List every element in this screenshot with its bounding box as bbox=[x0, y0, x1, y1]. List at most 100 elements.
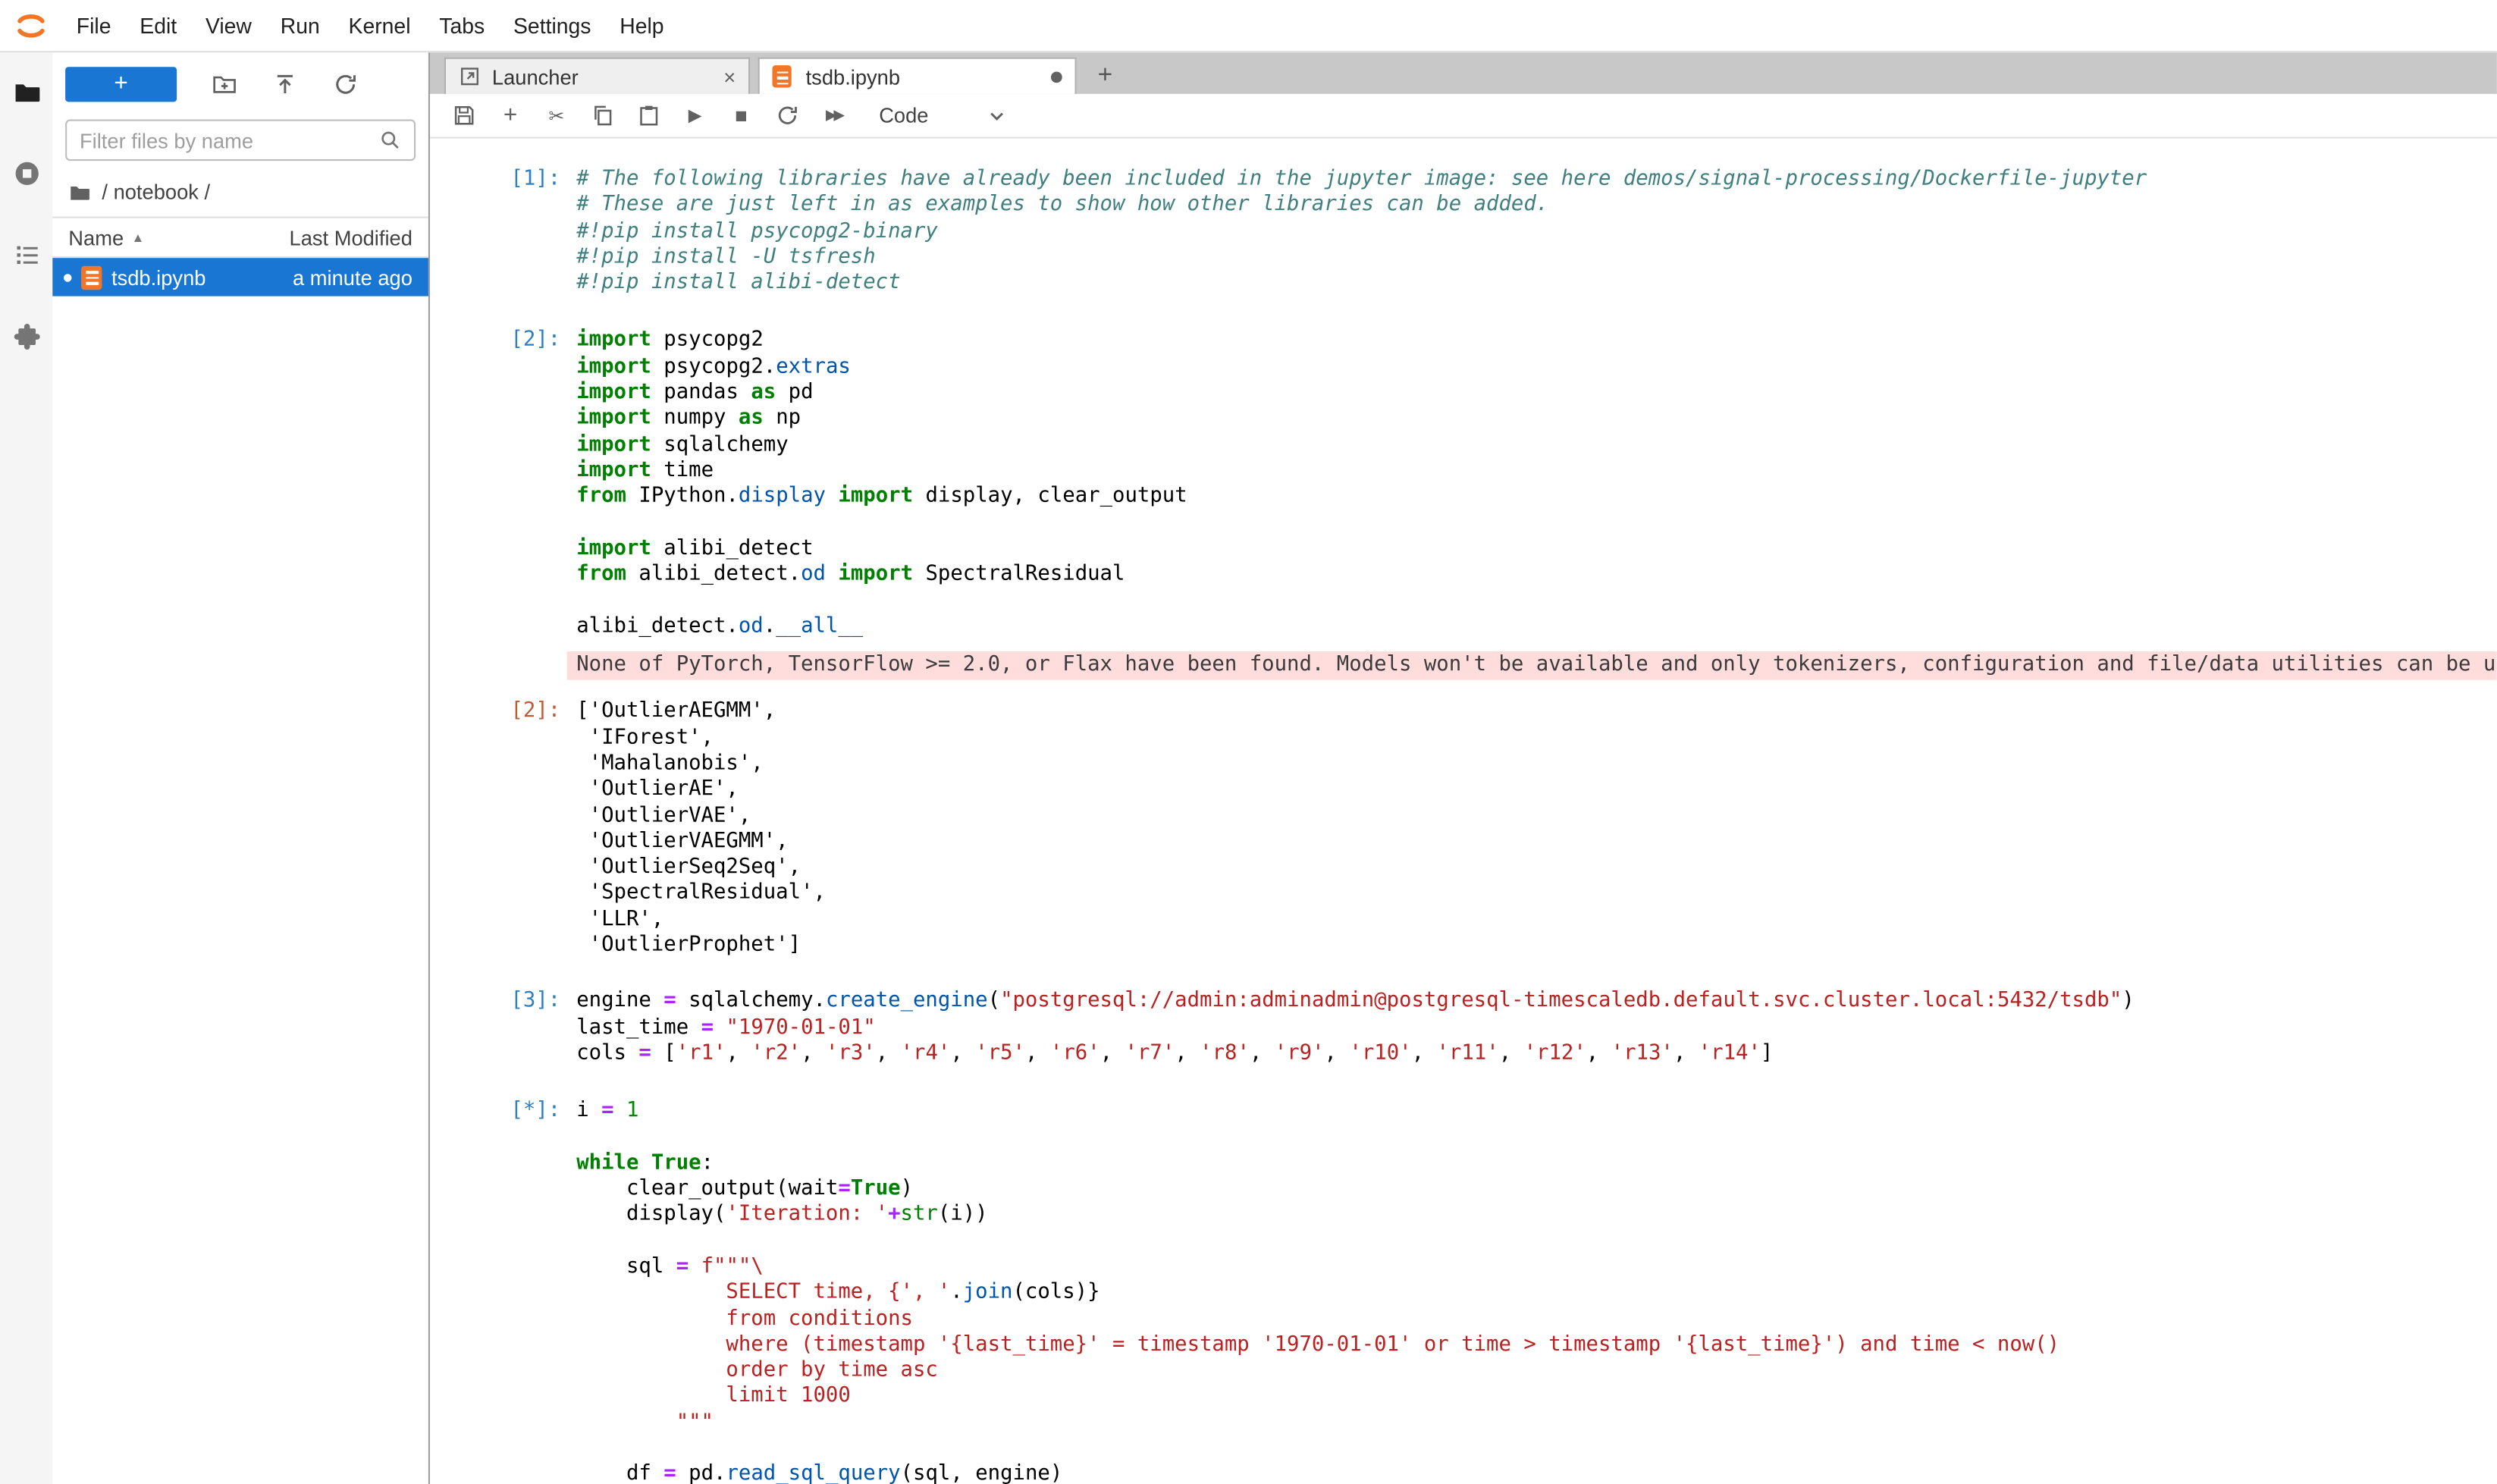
code-line: #!pip install psycopg2-binary bbox=[576, 219, 2497, 245]
file-list-item-selected[interactable]: tsdb.ipynb a minute ago bbox=[52, 258, 428, 296]
code-line: clear_output(wait=True) bbox=[576, 1177, 2497, 1203]
cell-input-area[interactable]: [1]:# The following libraries have alrea… bbox=[430, 159, 2497, 305]
notebook-cell[interactable]: [3]:engine = sqlalchemy.create_engine("p… bbox=[430, 981, 2497, 1075]
refresh-icon bbox=[333, 71, 359, 97]
interrupt-kernel-button[interactable]: ■ bbox=[718, 96, 764, 134]
notebook-toolbar: + ✂ ▶ ■ bbox=[430, 94, 2497, 139]
sidebar-tab-table-of-contents[interactable] bbox=[0, 236, 52, 274]
name-column-label: Name bbox=[68, 225, 124, 249]
new-folder-button[interactable] bbox=[212, 71, 237, 97]
code-editor[interactable]: i = 1 while True: clear_output(wait=True… bbox=[576, 1099, 2497, 1484]
run-cell-button[interactable]: ▶ bbox=[672, 96, 718, 134]
copy-cells-button[interactable] bbox=[579, 96, 626, 134]
upload-icon bbox=[272, 71, 298, 97]
new-launcher-button[interactable]: + bbox=[65, 67, 177, 102]
cell-type-select[interactable]: Code bbox=[873, 96, 1009, 134]
restart-run-all-button[interactable]: ▶▶ bbox=[811, 96, 857, 134]
paste-cells-button[interactable] bbox=[626, 96, 672, 134]
folder-icon bbox=[12, 78, 41, 107]
menu-view[interactable]: View bbox=[191, 0, 266, 52]
close-icon[interactable]: × bbox=[723, 64, 736, 89]
code-line bbox=[576, 1125, 2497, 1151]
upload-button[interactable] bbox=[272, 71, 298, 97]
notebook-scroll-area[interactable]: [1]:# The following libraries have alrea… bbox=[430, 139, 2497, 1484]
file-modified: a minute ago bbox=[293, 265, 413, 290]
code-line: cols = ['r1', 'r2', 'r3', 'r4', 'r5', 'r… bbox=[576, 1041, 2497, 1067]
save-icon bbox=[452, 104, 476, 128]
code-line: # These are just left in as examples to … bbox=[576, 193, 2497, 219]
code-line bbox=[576, 588, 2497, 614]
paste-icon bbox=[637, 104, 661, 128]
code-line: order by time asc bbox=[576, 1359, 2497, 1385]
notebook-cells: [1]:# The following libraries have alrea… bbox=[430, 159, 2497, 1484]
unsaved-changes-dot[interactable] bbox=[1051, 71, 1062, 82]
notebook-file-icon bbox=[81, 265, 102, 290]
notebook-cell[interactable]: [2]:import psycopg2import psycopg2.extra… bbox=[430, 321, 2497, 965]
code-line: import time bbox=[576, 459, 2497, 485]
input-prompt: [1]: bbox=[430, 167, 576, 296]
save-button[interactable] bbox=[441, 96, 488, 134]
output-text: ['OutlierAEGMM', 'IForest', 'Mahalanobis… bbox=[576, 700, 2497, 959]
stop-icon: ■ bbox=[735, 104, 748, 128]
tab-label: Launcher bbox=[492, 64, 711, 89]
jupyter-logo-icon bbox=[13, 7, 49, 43]
restart-kernel-button[interactable] bbox=[764, 96, 811, 134]
folder-icon bbox=[68, 180, 90, 202]
sidebar-tab-file-browser[interactable] bbox=[0, 74, 52, 111]
launcher-icon bbox=[459, 65, 481, 87]
sidebar-tab-extensions[interactable] bbox=[0, 317, 52, 355]
sidebar-tab-running-kernels[interactable] bbox=[0, 155, 52, 193]
code-line: import psycopg2 bbox=[576, 329, 2497, 355]
sidebar-icon-strip bbox=[0, 52, 52, 1484]
new-tab-button[interactable]: + bbox=[1084, 58, 1126, 94]
input-prompt: [3]: bbox=[430, 990, 576, 1068]
code-line: df = pd.read_sql_query(sql, engine) bbox=[576, 1463, 2497, 1484]
code-editor[interactable]: import psycopg2import psycopg2.extrasimp… bbox=[576, 329, 2497, 641]
cut-cells-button[interactable]: ✂ bbox=[533, 96, 579, 134]
menu-edit[interactable]: Edit bbox=[125, 0, 191, 52]
sort-ascending-icon: ▲ bbox=[132, 230, 145, 244]
tab-notebook-tsdb[interactable]: tsdb.ipynb bbox=[758, 58, 1077, 94]
refresh-file-list-button[interactable] bbox=[333, 71, 359, 97]
breadcrumb[interactable]: / notebook / bbox=[52, 175, 428, 217]
file-filter-input[interactable] bbox=[80, 128, 379, 152]
menu-settings[interactable]: Settings bbox=[499, 0, 605, 52]
cell-input-area[interactable]: [3]:engine = sqlalchemy.create_engine("p… bbox=[430, 981, 2497, 1075]
cell-input-area[interactable]: [*]:i = 1 while True: clear_output(wait=… bbox=[430, 1091, 2497, 1484]
menu-tabs[interactable]: Tabs bbox=[425, 0, 499, 52]
code-line: while True: bbox=[576, 1151, 2497, 1177]
notebook-file-icon bbox=[772, 65, 794, 87]
code-line: SELECT time, {', '.join(cols)} bbox=[576, 1281, 2497, 1307]
file-browser-panel: + bbox=[52, 52, 430, 1484]
code-line bbox=[576, 1436, 2497, 1462]
jupyterlab-window: File Edit View Run Kernel Tabs Settings … bbox=[0, 0, 2497, 1484]
notebook-cell[interactable]: [*]:i = 1 while True: clear_output(wait=… bbox=[430, 1091, 2497, 1484]
output-prompt-blank bbox=[430, 648, 576, 690]
cell-input-area[interactable]: [2]:import psycopg2import psycopg2.extra… bbox=[430, 321, 2497, 648]
tab-launcher[interactable]: Launcher × bbox=[444, 58, 750, 94]
code-editor[interactable]: # The following libraries have already b… bbox=[576, 167, 2497, 296]
restart-icon bbox=[776, 104, 800, 128]
running-kernels-icon bbox=[12, 159, 41, 188]
menu-help[interactable]: Help bbox=[605, 0, 678, 52]
menu-kernel[interactable]: Kernel bbox=[334, 0, 425, 52]
file-filter-box[interactable] bbox=[65, 120, 416, 162]
notebook-cell[interactable]: [1]:# The following libraries have alrea… bbox=[430, 159, 2497, 305]
code-line: #!pip install alibi-detect bbox=[576, 271, 2497, 296]
code-line: last_time = "1970-01-01" bbox=[576, 1015, 2497, 1041]
insert-cell-button[interactable]: + bbox=[488, 96, 534, 134]
code-line: """ bbox=[576, 1410, 2497, 1436]
code-line: #!pip install -U tsfresh bbox=[576, 245, 2497, 271]
code-editor[interactable]: engine = sqlalchemy.create_engine("postg… bbox=[576, 990, 2497, 1068]
file-browser-toolbar: + bbox=[52, 52, 428, 116]
menu-run[interactable]: Run bbox=[266, 0, 334, 52]
cell-type-value: Code bbox=[873, 104, 935, 128]
code-line: # The following libraries have already b… bbox=[576, 167, 2497, 193]
column-header-name[interactable]: Name ▲ bbox=[68, 225, 259, 249]
code-line: sql = f"""\ bbox=[576, 1255, 2497, 1281]
code-line: alibi_detect.od.__all__ bbox=[576, 614, 2497, 640]
menu-file[interactable]: File bbox=[62, 0, 126, 52]
file-status-dot bbox=[64, 273, 71, 281]
code-line: from alibi_detect.od import SpectralResi… bbox=[576, 563, 2497, 588]
column-header-last-modified[interactable]: Last Modified bbox=[259, 225, 413, 249]
